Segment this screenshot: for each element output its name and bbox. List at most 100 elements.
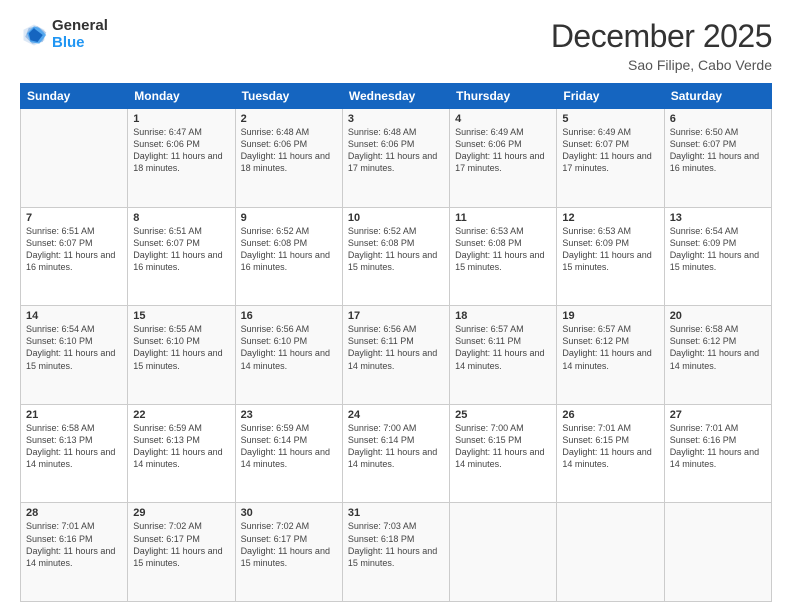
header-row: Sunday Monday Tuesday Wednesday Thursday… xyxy=(21,84,772,109)
day-number: 5 xyxy=(562,113,658,125)
day-number: 29 xyxy=(133,507,229,519)
day-number: 18 xyxy=(455,310,551,322)
col-friday: Friday xyxy=(557,84,664,109)
calendar-cell: 12Sunrise: 6:53 AM Sunset: 6:09 PM Dayli… xyxy=(557,207,664,306)
day-info: Sunrise: 7:00 AM Sunset: 6:15 PM Dayligh… xyxy=(455,422,551,471)
day-number: 30 xyxy=(241,507,337,519)
day-info: Sunrise: 7:02 AM Sunset: 6:17 PM Dayligh… xyxy=(241,520,337,569)
calendar-cell xyxy=(450,503,557,602)
day-info: Sunrise: 6:53 AM Sunset: 6:09 PM Dayligh… xyxy=(562,225,658,274)
calendar-cell: 15Sunrise: 6:55 AM Sunset: 6:10 PM Dayli… xyxy=(128,306,235,405)
calendar-cell: 20Sunrise: 6:58 AM Sunset: 6:12 PM Dayli… xyxy=(664,306,771,405)
week-row-2: 14Sunrise: 6:54 AM Sunset: 6:10 PM Dayli… xyxy=(21,306,772,405)
calendar-cell: 22Sunrise: 6:59 AM Sunset: 6:13 PM Dayli… xyxy=(128,404,235,503)
calendar-cell: 17Sunrise: 6:56 AM Sunset: 6:11 PM Dayli… xyxy=(342,306,449,405)
day-number: 21 xyxy=(26,409,122,421)
col-saturday: Saturday xyxy=(664,84,771,109)
day-info: Sunrise: 6:59 AM Sunset: 6:13 PM Dayligh… xyxy=(133,422,229,471)
calendar-cell xyxy=(21,109,128,208)
week-row-4: 28Sunrise: 7:01 AM Sunset: 6:16 PM Dayli… xyxy=(21,503,772,602)
day-info: Sunrise: 6:51 AM Sunset: 6:07 PM Dayligh… xyxy=(133,225,229,274)
day-info: Sunrise: 6:57 AM Sunset: 6:12 PM Dayligh… xyxy=(562,323,658,372)
calendar-cell: 10Sunrise: 6:52 AM Sunset: 6:08 PM Dayli… xyxy=(342,207,449,306)
day-info: Sunrise: 6:50 AM Sunset: 6:07 PM Dayligh… xyxy=(670,126,766,175)
col-monday: Monday xyxy=(128,84,235,109)
day-info: Sunrise: 7:01 AM Sunset: 6:15 PM Dayligh… xyxy=(562,422,658,471)
day-number: 14 xyxy=(26,310,122,322)
calendar-cell: 28Sunrise: 7:01 AM Sunset: 6:16 PM Dayli… xyxy=(21,503,128,602)
day-info: Sunrise: 6:51 AM Sunset: 6:07 PM Dayligh… xyxy=(26,225,122,274)
calendar-cell: 3Sunrise: 6:48 AM Sunset: 6:06 PM Daylig… xyxy=(342,109,449,208)
day-number: 6 xyxy=(670,113,766,125)
calendar-cell: 1Sunrise: 6:47 AM Sunset: 6:06 PM Daylig… xyxy=(128,109,235,208)
calendar-cell: 13Sunrise: 6:54 AM Sunset: 6:09 PM Dayli… xyxy=(664,207,771,306)
col-thursday: Thursday xyxy=(450,84,557,109)
logo: General Blue xyxy=(20,18,108,51)
calendar-cell: 18Sunrise: 6:57 AM Sunset: 6:11 PM Dayli… xyxy=(450,306,557,405)
day-number: 28 xyxy=(26,507,122,519)
calendar-cell: 16Sunrise: 6:56 AM Sunset: 6:10 PM Dayli… xyxy=(235,306,342,405)
calendar-cell: 6Sunrise: 6:50 AM Sunset: 6:07 PM Daylig… xyxy=(664,109,771,208)
day-number: 4 xyxy=(455,113,551,125)
week-row-1: 7Sunrise: 6:51 AM Sunset: 6:07 PM Daylig… xyxy=(21,207,772,306)
calendar-cell: 7Sunrise: 6:51 AM Sunset: 6:07 PM Daylig… xyxy=(21,207,128,306)
day-info: Sunrise: 7:01 AM Sunset: 6:16 PM Dayligh… xyxy=(670,422,766,471)
col-wednesday: Wednesday xyxy=(342,84,449,109)
calendar-cell: 21Sunrise: 6:58 AM Sunset: 6:13 PM Dayli… xyxy=(21,404,128,503)
page: General Blue December 2025 Sao Filipe, C… xyxy=(0,0,792,612)
week-row-0: 1Sunrise: 6:47 AM Sunset: 6:06 PM Daylig… xyxy=(21,109,772,208)
day-number: 23 xyxy=(241,409,337,421)
day-number: 8 xyxy=(133,212,229,224)
day-info: Sunrise: 6:49 AM Sunset: 6:07 PM Dayligh… xyxy=(562,126,658,175)
day-info: Sunrise: 6:47 AM Sunset: 6:06 PM Dayligh… xyxy=(133,126,229,175)
day-number: 19 xyxy=(562,310,658,322)
calendar-cell: 4Sunrise: 6:49 AM Sunset: 6:06 PM Daylig… xyxy=(450,109,557,208)
day-info: Sunrise: 6:59 AM Sunset: 6:14 PM Dayligh… xyxy=(241,422,337,471)
day-number: 27 xyxy=(670,409,766,421)
calendar-cell: 24Sunrise: 7:00 AM Sunset: 6:14 PM Dayli… xyxy=(342,404,449,503)
title-block: December 2025 Sao Filipe, Cabo Verde xyxy=(551,18,772,73)
day-number: 1 xyxy=(133,113,229,125)
calendar-cell: 23Sunrise: 6:59 AM Sunset: 6:14 PM Dayli… xyxy=(235,404,342,503)
logo-icon xyxy=(20,21,48,49)
day-info: Sunrise: 6:56 AM Sunset: 6:10 PM Dayligh… xyxy=(241,323,337,372)
calendar-cell: 25Sunrise: 7:00 AM Sunset: 6:15 PM Dayli… xyxy=(450,404,557,503)
day-number: 25 xyxy=(455,409,551,421)
day-number: 17 xyxy=(348,310,444,322)
day-number: 12 xyxy=(562,212,658,224)
calendar-cell: 14Sunrise: 6:54 AM Sunset: 6:10 PM Dayli… xyxy=(21,306,128,405)
calendar-cell: 26Sunrise: 7:01 AM Sunset: 6:15 PM Dayli… xyxy=(557,404,664,503)
day-info: Sunrise: 7:02 AM Sunset: 6:17 PM Dayligh… xyxy=(133,520,229,569)
day-info: Sunrise: 6:55 AM Sunset: 6:10 PM Dayligh… xyxy=(133,323,229,372)
col-tuesday: Tuesday xyxy=(235,84,342,109)
calendar-cell: 5Sunrise: 6:49 AM Sunset: 6:07 PM Daylig… xyxy=(557,109,664,208)
day-info: Sunrise: 7:03 AM Sunset: 6:18 PM Dayligh… xyxy=(348,520,444,569)
day-number: 15 xyxy=(133,310,229,322)
calendar-cell: 11Sunrise: 6:53 AM Sunset: 6:08 PM Dayli… xyxy=(450,207,557,306)
col-sunday: Sunday xyxy=(21,84,128,109)
day-info: Sunrise: 6:52 AM Sunset: 6:08 PM Dayligh… xyxy=(348,225,444,274)
calendar-cell: 8Sunrise: 6:51 AM Sunset: 6:07 PM Daylig… xyxy=(128,207,235,306)
week-row-3: 21Sunrise: 6:58 AM Sunset: 6:13 PM Dayli… xyxy=(21,404,772,503)
day-number: 3 xyxy=(348,113,444,125)
day-info: Sunrise: 6:53 AM Sunset: 6:08 PM Dayligh… xyxy=(455,225,551,274)
day-number: 7 xyxy=(26,212,122,224)
day-number: 20 xyxy=(670,310,766,322)
day-info: Sunrise: 6:48 AM Sunset: 6:06 PM Dayligh… xyxy=(348,126,444,175)
day-info: Sunrise: 6:54 AM Sunset: 6:10 PM Dayligh… xyxy=(26,323,122,372)
calendar-cell: 19Sunrise: 6:57 AM Sunset: 6:12 PM Dayli… xyxy=(557,306,664,405)
day-info: Sunrise: 6:56 AM Sunset: 6:11 PM Dayligh… xyxy=(348,323,444,372)
calendar-title: December 2025 xyxy=(551,18,772,55)
calendar-subtitle: Sao Filipe, Cabo Verde xyxy=(551,57,772,73)
calendar-cell: 29Sunrise: 7:02 AM Sunset: 6:17 PM Dayli… xyxy=(128,503,235,602)
calendar-cell: 27Sunrise: 7:01 AM Sunset: 6:16 PM Dayli… xyxy=(664,404,771,503)
logo-text: General Blue xyxy=(52,18,108,51)
logo-blue-text: Blue xyxy=(52,35,108,52)
day-info: Sunrise: 6:58 AM Sunset: 6:13 PM Dayligh… xyxy=(26,422,122,471)
day-info: Sunrise: 6:57 AM Sunset: 6:11 PM Dayligh… xyxy=(455,323,551,372)
day-info: Sunrise: 6:49 AM Sunset: 6:06 PM Dayligh… xyxy=(455,126,551,175)
calendar-cell: 30Sunrise: 7:02 AM Sunset: 6:17 PM Dayli… xyxy=(235,503,342,602)
day-number: 24 xyxy=(348,409,444,421)
day-number: 2 xyxy=(241,113,337,125)
day-number: 13 xyxy=(670,212,766,224)
